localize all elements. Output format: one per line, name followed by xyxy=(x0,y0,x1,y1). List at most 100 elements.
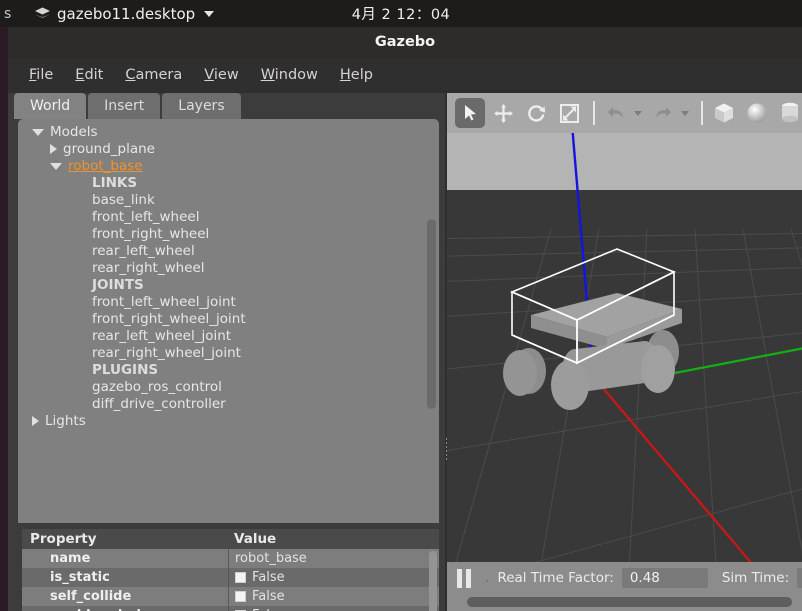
tree-item-label: gazebo_ros_control xyxy=(92,378,222,395)
status-bar: . Real Time Factor: 0.48 Sim Time: 00 xyxy=(447,562,802,611)
property-name-cell: is_static xyxy=(22,570,228,585)
tree-item-joints[interactable]: JOINTS xyxy=(18,276,423,293)
property-name-cell: self_collide xyxy=(22,589,228,604)
tree-item-rear_left_wheel_joint[interactable]: rear_left_wheel_joint xyxy=(18,327,423,344)
tree-item-label: base_link xyxy=(92,191,155,208)
property-value-cell[interactable]: False xyxy=(228,568,439,587)
tree-item-label: front_right_wheel_joint xyxy=(92,310,246,327)
tree-item-front_right_wheel[interactable]: front_right_wheel xyxy=(18,225,423,242)
menu-item-view[interactable]: View xyxy=(193,64,249,86)
menu-item-camera[interactable]: Camera xyxy=(114,64,193,86)
desktop-clock[interactable]: 4月 2 12：04 xyxy=(0,3,802,24)
tree-item-label: LINKS xyxy=(92,174,138,191)
tree-item-plugins[interactable]: PLUGINS xyxy=(18,361,423,378)
viewport-toolbar xyxy=(447,93,802,133)
scale-icon[interactable] xyxy=(554,98,584,128)
tab-world[interactable]: World xyxy=(14,93,87,119)
undo-dropdown-chevron-down-icon[interactable] xyxy=(634,110,642,116)
property-value-cell[interactable]: robot_base xyxy=(228,549,439,568)
tree-expand-closed-icon[interactable] xyxy=(50,143,57,154)
scene-render[interactable] xyxy=(447,133,802,611)
menu-item-file[interactable]: File xyxy=(18,64,64,86)
tree-item-label: front_left_wheel xyxy=(92,208,200,225)
tree-expand-open-icon[interactable] xyxy=(50,163,62,170)
property-value-label: robot_base xyxy=(235,551,307,566)
toolbar-separator-2 xyxy=(701,101,703,125)
real-time-factor-label: Real Time Factor: xyxy=(497,570,614,586)
window-titlebar: Gazebo xyxy=(8,27,802,59)
tree-item-label: diff_drive_controller xyxy=(92,395,226,412)
menu-item-edit[interactable]: Edit xyxy=(64,64,114,86)
tree-item-front_left_wheel_joint[interactable]: front_left_wheel_joint xyxy=(18,293,423,310)
robot-model xyxy=(503,293,682,410)
cylinder-shape-icon[interactable] xyxy=(775,98,802,128)
left-panel: World Insert Layers Models ground_plane robo… xyxy=(8,93,449,611)
rotate-icon[interactable] xyxy=(521,98,551,128)
property-name-cell: name xyxy=(22,551,228,566)
tree-item-front_left_wheel[interactable]: front_left_wheel xyxy=(18,208,423,225)
tree-item-base_link[interactable]: base_link xyxy=(18,191,423,208)
property-row[interactable]: self_collide False xyxy=(22,587,439,606)
tree-item-front_right_wheel_joint[interactable]: front_right_wheel_joint xyxy=(18,310,423,327)
tree-item-rear_right_wheel[interactable]: rear_right_wheel xyxy=(18,259,423,276)
tree-item-label: Lights xyxy=(45,412,86,429)
checkbox-unchecked-icon[interactable] xyxy=(235,591,246,602)
render-viewport[interactable] xyxy=(447,93,802,611)
tree-item-gazebo_ros_control[interactable]: gazebo_ros_control xyxy=(18,378,423,395)
property-value-label: False xyxy=(252,589,285,604)
tree-item-robot_base[interactable]: robot_base xyxy=(18,157,423,174)
tree-expand-open-icon[interactable] xyxy=(32,129,44,136)
tree-item-label: rear_right_wheel xyxy=(92,259,205,276)
property-name-label: self_collide xyxy=(50,589,132,604)
select-arrow-icon[interactable] xyxy=(455,98,485,128)
property-row[interactable]: enable_windFalse xyxy=(22,606,439,611)
screen: s gazebo11.desktop 4月 2 12：04 Gazebo Fil… xyxy=(0,0,802,611)
toolbar-separator-1 xyxy=(593,101,595,125)
tree-item-label: ground_plane xyxy=(63,140,155,157)
status-separator-dot: . xyxy=(485,570,490,586)
property-row[interactable]: name robot_base xyxy=(22,549,439,568)
desktop-top-panel: s gazebo11.desktop 4月 2 12：04 xyxy=(0,0,802,27)
unity-launcher-strip xyxy=(0,27,8,611)
tree-item-label: JOINTS xyxy=(92,276,144,293)
tree-scrollbar[interactable] xyxy=(427,219,436,409)
menu-item-window[interactable]: Window xyxy=(250,64,329,86)
property-value-label: False xyxy=(252,570,285,585)
column-header-property: Property xyxy=(30,531,97,547)
redo-dropdown-chevron-down-icon[interactable] xyxy=(681,110,689,116)
tree-item-links[interactable]: LINKS xyxy=(18,174,423,191)
tree-item-label: front_left_wheel_joint xyxy=(92,293,236,310)
tree-item-diff_drive_controller[interactable]: diff_drive_controller xyxy=(18,395,423,412)
sim-time-label: Sim Time: xyxy=(721,570,790,586)
property-name-label: is_static xyxy=(50,570,110,585)
panel-tabs: World Insert Layers xyxy=(14,93,243,119)
property-table-header: Property Value xyxy=(22,529,439,549)
translate-icon[interactable] xyxy=(488,98,518,128)
tree-item-rear_left_wheel[interactable]: rear_left_wheel xyxy=(18,242,423,259)
tree-item-rear_right_wheel_joint[interactable]: rear_right_wheel_joint xyxy=(18,344,423,361)
real-time-factor-value: 0.48 xyxy=(621,568,708,588)
property-table: Property Value name robot_base is_static Fa… xyxy=(22,529,439,611)
tree-expand-closed-icon[interactable] xyxy=(32,415,39,426)
undo-icon[interactable] xyxy=(601,98,631,128)
axis-y-line xyxy=(674,347,802,375)
tree-item-ground_plane[interactable]: ground_plane xyxy=(18,140,423,157)
property-row[interactable]: is_static False xyxy=(22,568,439,587)
menu-item-help[interactable]: Help xyxy=(329,64,384,86)
box-shape-icon[interactable] xyxy=(709,98,739,128)
tree-item-lights[interactable]: Lights xyxy=(18,412,423,429)
tab-insert[interactable]: Insert xyxy=(88,93,161,119)
property-value-cell[interactable]: False xyxy=(228,587,439,606)
ground-grid xyxy=(447,228,802,611)
sphere-shape-icon[interactable] xyxy=(742,98,772,128)
property-value-cell[interactable]: False xyxy=(228,606,439,611)
world-tree-panel: Models ground_plane robot_base LINKS base_li… xyxy=(18,119,439,523)
tree-item-label: front_right_wheel xyxy=(92,225,210,242)
redo-icon[interactable] xyxy=(648,98,678,128)
tree-item-models[interactable]: Models xyxy=(18,123,423,140)
property-table-scrollbar[interactable] xyxy=(429,551,437,611)
tree-item-label: robot_base xyxy=(68,157,143,174)
pause-icon[interactable] xyxy=(457,568,471,588)
checkbox-unchecked-icon[interactable] xyxy=(235,572,246,583)
tab-layers[interactable]: Layers xyxy=(162,93,241,119)
